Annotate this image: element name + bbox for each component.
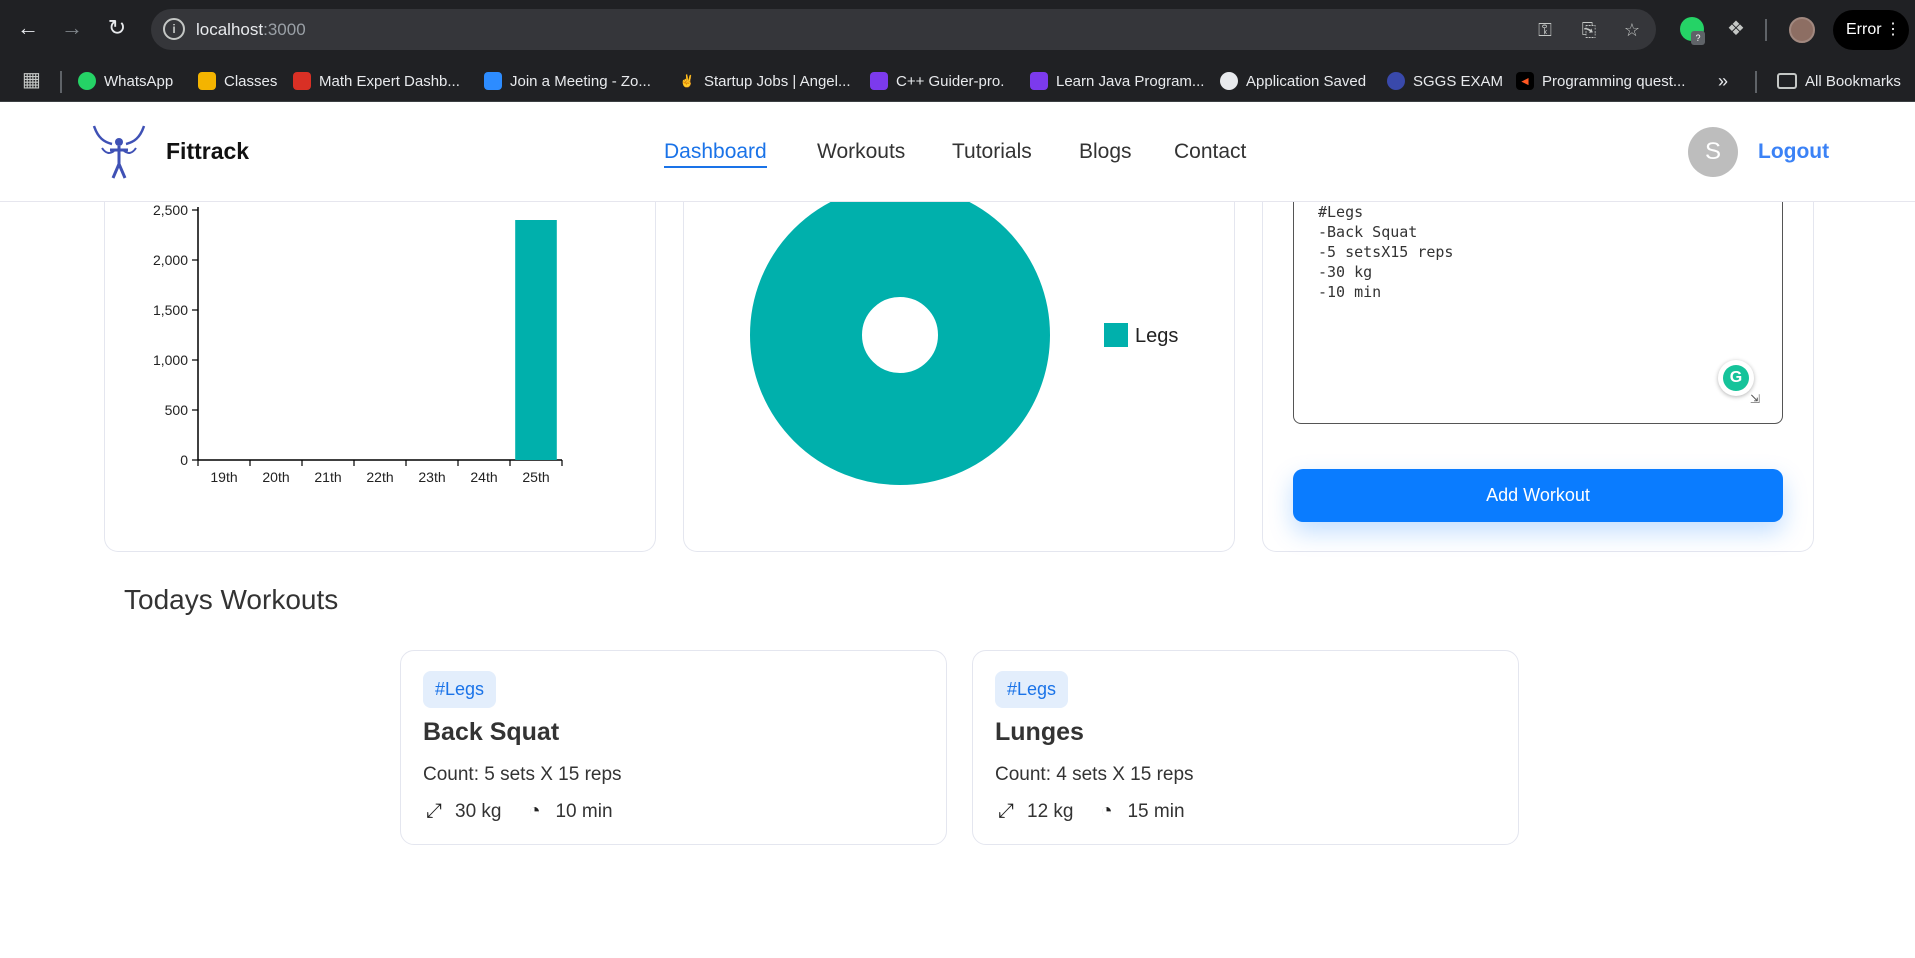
- weekly-bar-chart: 0 500 1,000 1,500 2,000 2,500 19th 20th 21th 22th…: [153, 202, 563, 485]
- nav-contact[interactable]: Contact: [1174, 140, 1246, 164]
- site-info-icon[interactable]: i: [163, 18, 185, 40]
- nav-tutorials[interactable]: Tutorials: [952, 140, 1032, 164]
- bookmark-programming-quest[interactable]: ◄ Programming quest...: [1516, 60, 1685, 102]
- pie-slice: [750, 185, 1050, 485]
- workout-categories-card: Legs: [683, 170, 1235, 552]
- globe-icon: [1220, 72, 1238, 90]
- programming-quest-icon: ◄: [1516, 72, 1534, 90]
- bookmarks-divider-2: [1755, 71, 1757, 93]
- logout-button[interactable]: Logout: [1758, 140, 1829, 164]
- workout-input-textarea[interactable]: #Legs -Back Squat -5 setsX15 reps -30 kg…: [1293, 190, 1783, 424]
- reload-icon[interactable]: ↻: [103, 14, 131, 42]
- workout-count: Count: 4 sets X 15 reps: [995, 764, 1194, 785]
- timer-icon: ◔: [528, 800, 541, 822]
- grammarly-icon[interactable]: G: [1718, 360, 1754, 396]
- workout-card[interactable]: #Legs Back Squat Count: 5 sets X 15 reps…: [400, 650, 947, 845]
- forward-icon[interactable]: →: [58, 14, 86, 42]
- more-bookmarks-icon[interactable]: »: [1718, 60, 1728, 102]
- bookmark-zoom[interactable]: Join a Meeting - Zo...: [484, 60, 651, 102]
- add-workout-button[interactable]: Add Workout: [1293, 469, 1783, 522]
- whatsapp-icon: [78, 72, 96, 90]
- workout-meta: ⤢ 12 kg ◔ 15 min: [995, 800, 1185, 823]
- cpp-guider-icon: [870, 72, 888, 90]
- key-icon[interactable]: ⚿: [1534, 19, 1556, 41]
- profile-error-button[interactable]: Error ⋮: [1833, 10, 1909, 50]
- y-tick-label: 1,500: [153, 302, 188, 318]
- menu-dots-icon: ⋮: [1885, 21, 1901, 38]
- workout-count: Count: 5 sets X 15 reps: [423, 764, 622, 785]
- url-text: localhost:3000: [196, 20, 306, 39]
- x-tick-label: 19th: [210, 469, 237, 485]
- extension-badge: ?: [1691, 31, 1705, 45]
- category-tag: #Legs: [423, 671, 497, 708]
- x-tick-label: 22th: [366, 469, 393, 485]
- bookmark-math-expert[interactable]: Math Expert Dashb...: [293, 60, 460, 102]
- legend-label: Legs: [1135, 325, 1178, 347]
- y-tick-label: 2,500: [153, 202, 188, 218]
- toolbar-divider: [1765, 19, 1767, 41]
- nav-workouts[interactable]: Workouts: [817, 140, 905, 164]
- x-tick-label: 20th: [262, 469, 289, 485]
- fittrack-logo: [92, 125, 146, 179]
- timer-icon: ◔: [1100, 800, 1113, 822]
- bar: [515, 220, 557, 460]
- weekly-calories-card: 0 500 1,000 1,500 2,000 2,500 19th 20th 21th 22th…: [104, 170, 656, 552]
- profile-avatar-icon[interactable]: [1789, 17, 1815, 43]
- workout-duration: 10 min: [555, 801, 613, 822]
- workout-meta: ⤢ 30 kg ◔ 10 min: [423, 800, 613, 823]
- resize-handle-icon[interactable]: ⇲: [1750, 392, 1760, 406]
- x-tick-label: 21th: [314, 469, 341, 485]
- x-tick-label: 24th: [470, 469, 497, 485]
- workout-weight: 12 kg: [1027, 801, 1074, 822]
- bookmarks-bar: ▦ WhatsApp Classes Math Expert Dashb... …: [0, 60, 1915, 102]
- learn-java-icon: [1030, 72, 1048, 90]
- extensions-puzzle-icon[interactable]: ❖: [1722, 15, 1750, 43]
- all-bookmarks[interactable]: All Bookmarks: [1777, 60, 1901, 102]
- workout-name: Lunges: [995, 718, 1084, 746]
- nav-dashboard[interactable]: Dashboard: [664, 140, 767, 168]
- x-tick-label: 25th: [522, 469, 549, 485]
- category-donut-chart: Legs: [750, 185, 1178, 485]
- bookmark-angel-jobs[interactable]: ✌ Startup Jobs | Angel...: [678, 60, 851, 102]
- y-tick-label: 500: [165, 402, 189, 418]
- workout-card[interactable]: #Legs Lunges Count: 4 sets X 15 reps ⤢ 12…: [972, 650, 1519, 845]
- bookmark-whatsapp[interactable]: WhatsApp: [78, 60, 173, 102]
- y-tick-label: 1,000: [153, 352, 188, 368]
- weight-icon: ⤢: [998, 800, 1014, 822]
- bookmark-cpp-guider[interactable]: C++ Guider-pro.: [870, 60, 1004, 102]
- workout-name: Back Squat: [423, 718, 560, 746]
- bookmark-learn-java[interactable]: Learn Java Program...: [1030, 60, 1204, 102]
- user-avatar[interactable]: S: [1688, 127, 1738, 177]
- zoom-icon: [484, 72, 502, 90]
- apps-grid-icon[interactable]: ▦: [22, 70, 41, 90]
- workout-weight: 30 kg: [455, 801, 502, 822]
- angellist-icon: ✌: [679, 74, 695, 88]
- bookmark-classes[interactable]: Classes: [198, 60, 277, 102]
- y-tick-label: 2,000: [153, 252, 188, 268]
- classroom-icon: [198, 72, 216, 90]
- legend-swatch: [1104, 323, 1128, 347]
- address-bar[interactable]: i localhost:3000 ⚿ ⎘ ☆: [151, 9, 1656, 50]
- workout-duration: 15 min: [1127, 801, 1185, 822]
- bookmark-application-saved[interactable]: Application Saved: [1220, 60, 1366, 102]
- brand-name[interactable]: Fittrack: [166, 138, 249, 165]
- back-icon[interactable]: ←: [14, 14, 42, 42]
- bookmark-sggs-exam[interactable]: SGGS EXAM: [1387, 60, 1503, 102]
- browser-toolbar: ← → ↻ i localhost:3000 ⚿ ⎘ ☆ ? ❖ Error ⋮: [0, 0, 1915, 60]
- nav-blogs[interactable]: Blogs: [1079, 140, 1132, 164]
- x-tick-label: 23th: [418, 469, 445, 485]
- y-tick-label: 0: [180, 452, 188, 468]
- todays-workouts-title: Todays Workouts: [124, 584, 339, 615]
- install-app-icon[interactable]: ⎘: [1578, 19, 1600, 41]
- weight-icon: ⤢: [426, 800, 442, 822]
- sggs-icon: [1387, 72, 1405, 90]
- bookmarks-divider: [60, 71, 62, 93]
- app-navbar: Fittrack Dashboard Workouts Tutorials Bl…: [0, 102, 1915, 202]
- folder-icon: [1777, 73, 1797, 89]
- category-tag: #Legs: [995, 671, 1069, 708]
- math-expert-icon: [293, 72, 311, 90]
- bookmark-star-icon[interactable]: ☆: [1621, 19, 1643, 41]
